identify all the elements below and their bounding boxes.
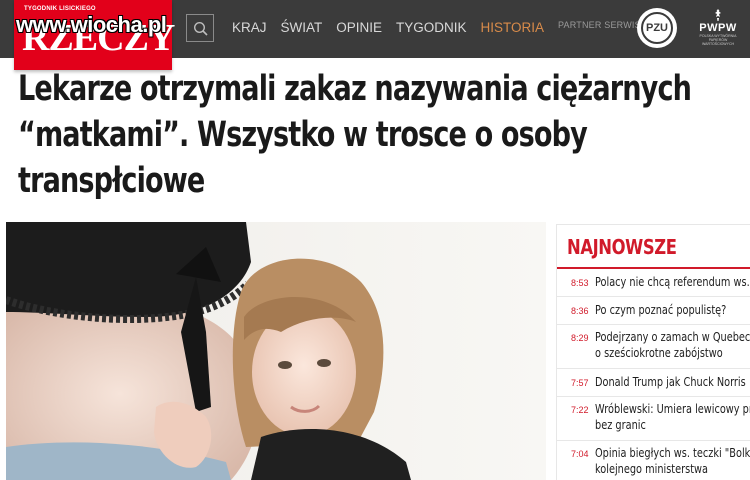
watermark: www.wiocha.pl [16, 12, 167, 37]
headline-line: transpłciowe [18, 161, 205, 201]
news-headline[interactable]: Donald Trump jak Chuck Norris [595, 374, 750, 390]
headline-line: Lekarze otrzymali zakaz nazywania ciężar… [18, 69, 692, 109]
news-time: 8:53 [571, 278, 589, 288]
nav-item-historia[interactable]: HISTORIA [481, 20, 545, 38]
news-time: 8:36 [571, 306, 589, 316]
news-headline-cont[interactable]: kolejnego ministerstwa [595, 461, 750, 477]
news-item[interactable]: 7:04 Opinia biegłych ws. teczki "Bolka",… [557, 441, 750, 480]
news-item[interactable]: 8:36 Po czym poznać populistę? [557, 297, 750, 325]
pzu-logo-text: PZU [641, 12, 673, 44]
news-item[interactable]: 8:29 Podejrzany o zamach w Quebecu os o … [557, 325, 750, 369]
news-headline[interactable]: Wróblewski: Umiera lewicowy proj [595, 401, 750, 417]
search-button[interactable] [186, 14, 214, 42]
news-time: 7:04 [571, 449, 589, 459]
eagle-emblem-icon [715, 9, 721, 21]
news-item[interactable]: 7:57 Donald Trump jak Chuck Norris [557, 369, 750, 397]
news-headline-cont[interactable]: bez granic [595, 417, 750, 433]
news-item[interactable]: 7:22 Wróblewski: Umiera lewicowy proj be… [557, 397, 750, 441]
news-time: 8:29 [571, 333, 589, 343]
news-time: 7:57 [571, 378, 589, 388]
article-hero-image[interactable] [6, 222, 546, 480]
nav-item-opinie[interactable]: OPINIE [336, 20, 382, 38]
pregnant-woman-and-child-photo [6, 222, 546, 480]
partner-label: PARTNER SERWISU [558, 20, 648, 30]
latest-news-title: NAJNOWSZE [567, 235, 677, 259]
latest-news-panel: NAJNOWSZE 8:53 Polacy nie chcą referendu… [556, 224, 750, 480]
nav-item-tygodnik[interactable]: TYGODNIK [396, 20, 467, 38]
search-icon [193, 21, 208, 36]
pzu-logo[interactable]: PZU [637, 8, 677, 48]
news-time: 7:22 [571, 405, 589, 415]
news-headline-cont[interactable]: o sześciokrotne zabójstwo [595, 345, 750, 361]
nav-item-swiat[interactable]: ŚWIAT [281, 20, 323, 38]
headline-line: “matkami”. Wszystko w trosce o osoby [18, 115, 588, 155]
news-headline[interactable]: Opinia biegłych ws. teczki "Bolka", [595, 445, 750, 461]
news-item[interactable]: 8:53 Polacy nie chcą referendum ws. ref [557, 269, 750, 297]
nav-item-kraj[interactable]: KRAJ [232, 20, 267, 38]
pwpw-logo-subtext: POLSKA WYTWÓRNIA PAPIERÓW WARTOŚCIOWYCH [699, 34, 737, 46]
main-nav: KRAJ ŚWIAT OPINIE TYGODNIK HISTORIA [232, 20, 544, 38]
pwpw-logo-text: PWPW [699, 22, 737, 34]
article-headline: Lekarze otrzymali zakaz nazywania ciężar… [18, 66, 732, 204]
news-headline[interactable]: Polacy nie chcą referendum ws. ref [595, 274, 750, 290]
news-headline[interactable]: Po czym poznać populistę? [595, 302, 750, 318]
news-headline[interactable]: Podejrzany o zamach w Quebecu os [595, 329, 750, 345]
pwpw-logo[interactable]: PWPW POLSKA WYTWÓRNIA PAPIERÓW WARTOŚCIO… [694, 8, 742, 52]
